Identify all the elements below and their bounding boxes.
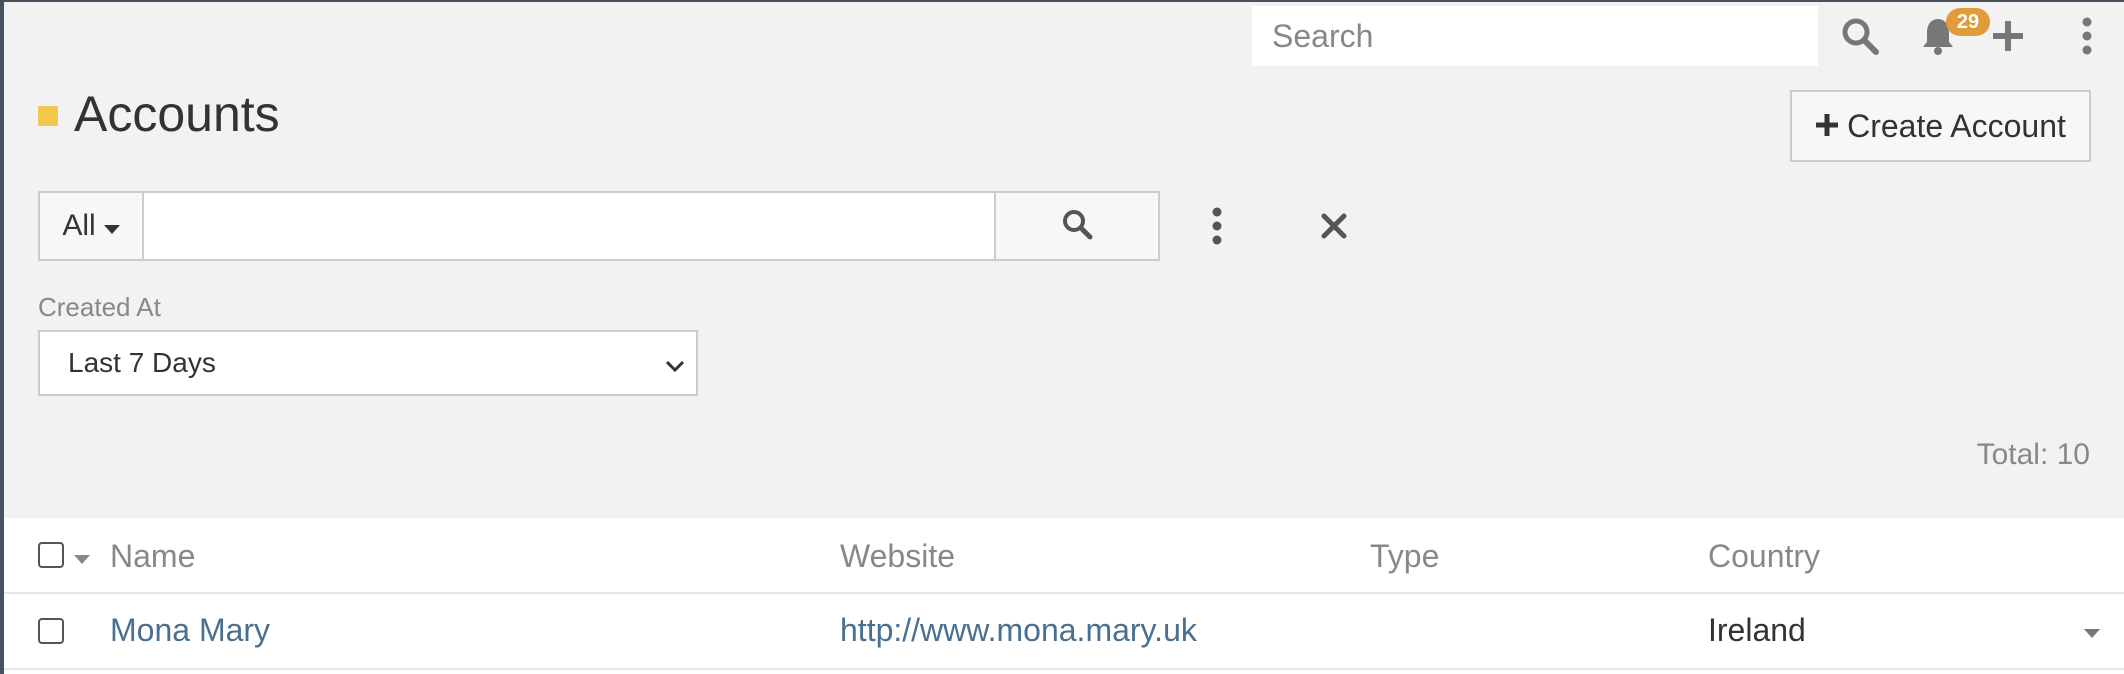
- notification-badge: 29: [1946, 8, 1990, 36]
- row-checkbox[interactable]: [38, 618, 64, 644]
- caret-down-icon: [103, 209, 120, 243]
- page-title: Accounts: [74, 86, 280, 142]
- plus-icon[interactable]: [1985, 8, 2031, 64]
- row-actions-caret-icon[interactable]: [2084, 626, 2100, 644]
- create-account-button[interactable]: Create Account: [1790, 90, 2091, 162]
- select-all-checkbox[interactable]: [38, 542, 64, 568]
- search-icon[interactable]: [1835, 8, 1885, 64]
- created-at-value: Last 7 Days: [68, 347, 216, 378]
- column-header-country[interactable]: Country: [1708, 538, 1820, 575]
- global-search-input[interactable]: [1252, 6, 1818, 66]
- close-icon[interactable]: [1314, 200, 1354, 252]
- table-header: Name Website Type Country: [4, 518, 2124, 594]
- filter-search-group: All: [38, 191, 1160, 261]
- created-at-select[interactable]: Last 7 Days: [38, 330, 698, 396]
- column-header-name[interactable]: Name: [110, 538, 195, 575]
- filter-search-input[interactable]: [144, 193, 994, 259]
- search-icon: [1061, 208, 1093, 245]
- column-header-type[interactable]: Type: [1370, 538, 1439, 575]
- accounts-table: Name Website Type Country Mona Mary http…: [4, 518, 2124, 674]
- account-name-link[interactable]: Mona Mary: [110, 612, 270, 649]
- table-row: Mona Mary http://www.mona.mary.uk Irelan…: [4, 594, 2124, 670]
- account-country: Ireland: [1708, 612, 1806, 648]
- created-at-label: Created At: [38, 292, 161, 322]
- top-edge: [0, 0, 2124, 2]
- column-header-website[interactable]: Website: [840, 538, 955, 575]
- chevron-down-icon: [664, 352, 686, 384]
- filter-search-button[interactable]: [994, 193, 1158, 259]
- filter-scope-label: All: [62, 209, 96, 242]
- caret-down-icon[interactable]: [74, 552, 90, 570]
- total-count: Total: 10: [1976, 438, 2090, 471]
- filter-options-kebab-icon[interactable]: [1200, 200, 1234, 252]
- kebab-menu-icon[interactable]: [2072, 8, 2102, 64]
- website-link[interactable]: http://www.mona.mary.uk: [840, 612, 1197, 649]
- filter-scope-dropdown[interactable]: All: [40, 193, 144, 259]
- plus-icon: [1815, 108, 1839, 145]
- create-account-label: Create Account: [1847, 107, 2066, 144]
- title-accent-square: [38, 106, 58, 126]
